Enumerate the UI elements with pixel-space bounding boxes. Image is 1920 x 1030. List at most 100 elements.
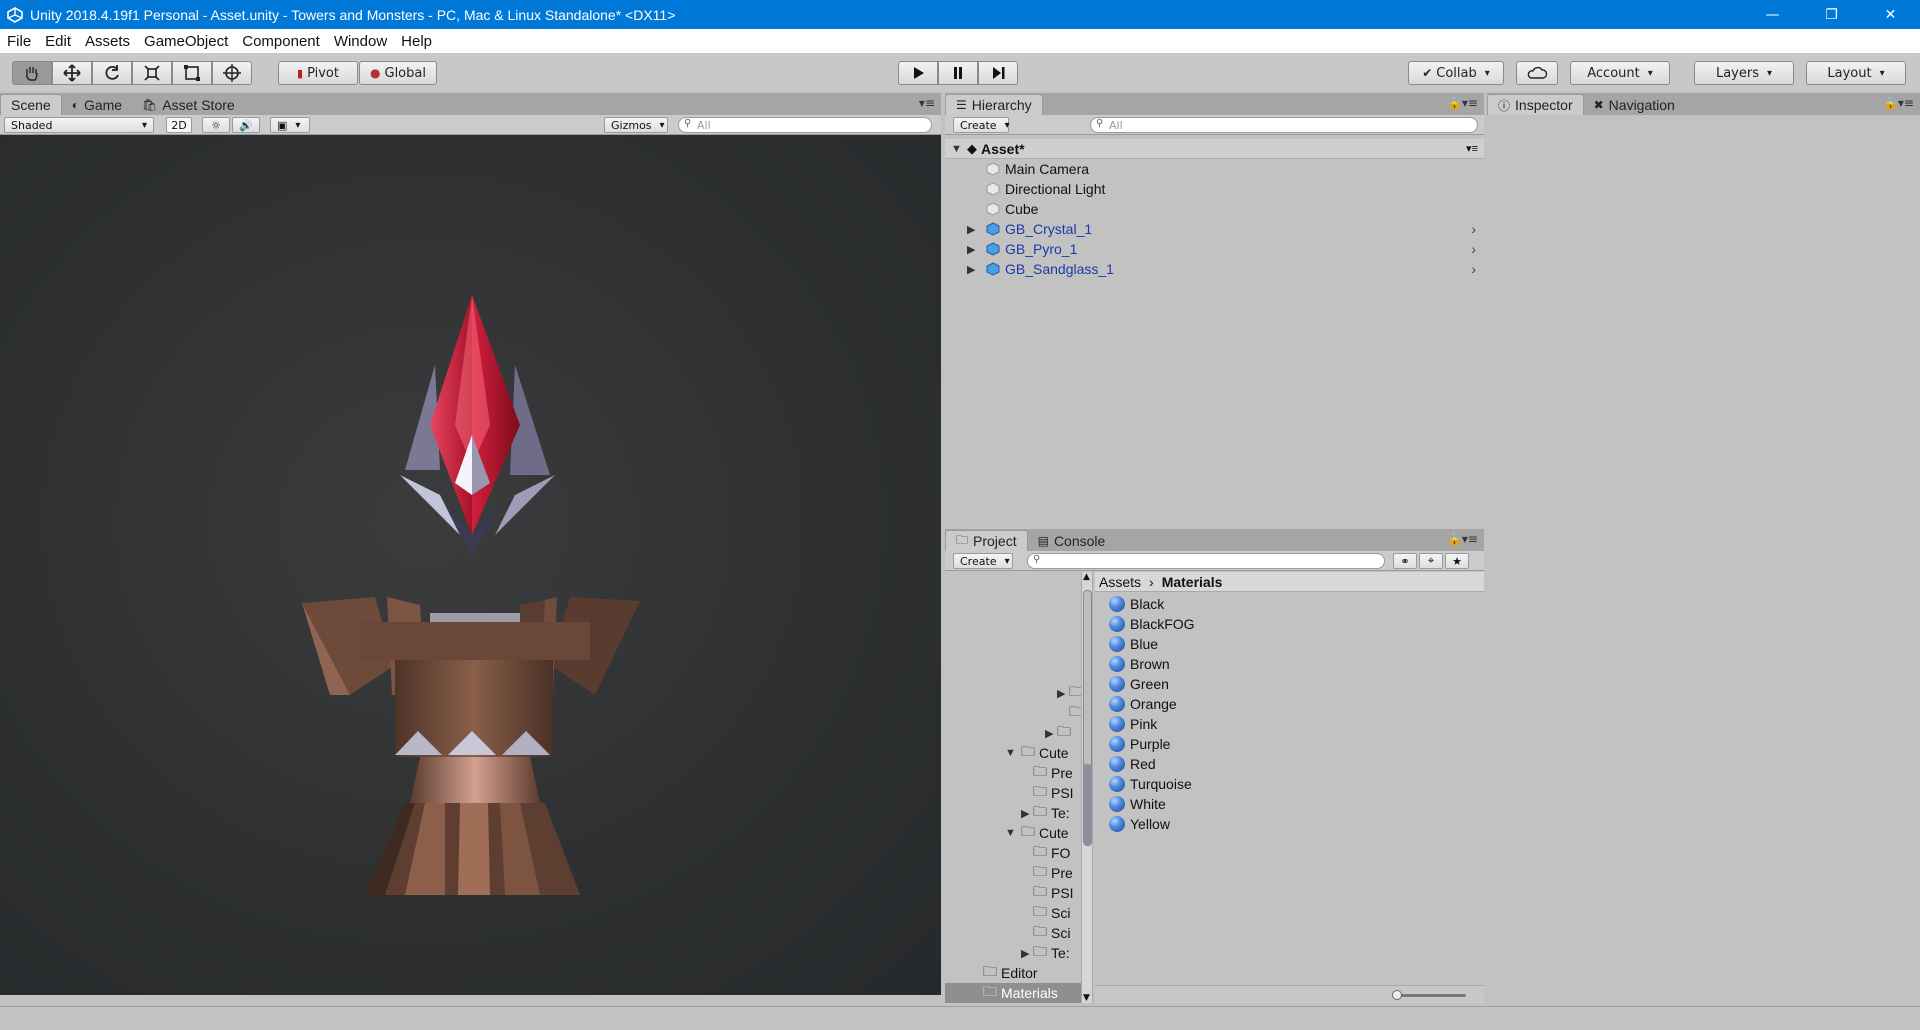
material-item[interactable]: Turquoise	[1109, 774, 1192, 794]
filter-by-type-button[interactable]: ⚭	[1393, 553, 1417, 569]
tree-row-collapsed[interactable]: ▶ 🗀	[1057, 683, 1081, 703]
scrollbar-thumb-active[interactable]	[1083, 764, 1092, 846]
favorites-button[interactable]: ★	[1445, 553, 1469, 569]
scene-menu-icon[interactable]: ▾≡	[1466, 142, 1478, 155]
pivot-toggle[interactable]: ▮ Pivot	[278, 61, 358, 85]
collapse-arrow-icon[interactable]: ▶	[1021, 947, 1033, 960]
icon-size-slider[interactable]	[1392, 990, 1466, 1000]
collapse-arrow-icon[interactable]: ▶	[1045, 727, 1057, 740]
collapse-arrow-icon[interactable]: ▶	[967, 223, 979, 236]
hierarchy-item[interactable]: Cube	[945, 199, 1484, 219]
folder-row[interactable]: ▼ 🗀 Cute	[1005, 823, 1069, 843]
breadcrumb-assets[interactable]: Assets	[1099, 574, 1141, 590]
tab-scene[interactable]: Scene	[0, 94, 62, 115]
expand-arrow-icon[interactable]: ▼	[1005, 747, 1017, 759]
transform-tool-button[interactable]	[212, 61, 252, 85]
menu-file[interactable]: File	[0, 33, 38, 50]
chevron-right-icon[interactable]: ›	[1471, 261, 1476, 277]
hierarchy-prefab-item[interactable]: ▶ GB_Sandglass_1 ›	[945, 259, 1484, 279]
folder-row[interactable]: 🗀 FO	[1033, 843, 1070, 863]
gizmos-dropdown[interactable]: Gizmos	[604, 117, 668, 133]
material-item[interactable]: Black	[1109, 594, 1164, 614]
audio-toggle[interactable]: 🔊	[232, 117, 260, 133]
move-tool-button[interactable]	[52, 61, 92, 85]
folder-row[interactable]: ▶ 🗀 Te:	[1021, 943, 1070, 963]
chevron-right-icon[interactable]: ›	[1471, 221, 1476, 237]
collab-dropdown[interactable]: ✔ Collab	[1408, 61, 1504, 85]
menu-component[interactable]: Component	[235, 33, 327, 50]
slider-thumb[interactable]	[1392, 990, 1402, 1000]
hierarchy-prefab-item[interactable]: ▶ GB_Crystal_1 ›	[945, 219, 1484, 239]
tab-inspector[interactable]: ⓘ Inspector	[1487, 94, 1584, 115]
material-item[interactable]: Purple	[1109, 734, 1170, 754]
breadcrumb-materials[interactable]: Materials	[1162, 574, 1223, 590]
tab-hierarchy[interactable]: ☰ Hierarchy	[945, 94, 1043, 115]
material-item[interactable]: Blue	[1109, 634, 1158, 654]
maximize-button[interactable]: ❐	[1802, 0, 1861, 29]
folder-tree-scrollbar[interactable]: ▲ ▼	[1081, 572, 1093, 1003]
material-item[interactable]: Red	[1109, 754, 1156, 774]
panel-menu-icon[interactable]: ▾≡	[919, 96, 935, 110]
folder-row[interactable]: 🗀 PSI	[1033, 783, 1074, 803]
tree-row-folder[interactable]: 🗀	[1069, 703, 1081, 723]
scroll-down-icon[interactable]: ▼	[1083, 993, 1090, 1003]
expand-arrow-icon[interactable]: ▼	[951, 143, 963, 155]
menu-gameobject[interactable]: GameObject	[137, 33, 235, 50]
close-button[interactable]: ✕	[1861, 0, 1920, 29]
tab-game[interactable]: ◐ Game	[62, 94, 132, 115]
expand-arrow-icon[interactable]: ▼	[1005, 827, 1017, 839]
chevron-right-icon[interactable]: ›	[1471, 241, 1476, 257]
tree-row-collapsed[interactable]: ▶ 🗀	[1045, 723, 1071, 743]
material-item[interactable]: Brown	[1109, 654, 1170, 674]
collapse-arrow-icon[interactable]: ▶	[967, 263, 979, 276]
minimize-button[interactable]: —	[1743, 0, 1802, 29]
material-item[interactable]: White	[1109, 794, 1166, 814]
hierarchy-item[interactable]: Directional Light	[945, 179, 1484, 199]
material-item[interactable]: Yellow	[1109, 814, 1170, 834]
tab-navigation[interactable]: ✖ Navigation	[1584, 94, 1685, 115]
material-item[interactable]: Pink	[1109, 714, 1157, 734]
lock-menu-icon[interactable]: 🔒▾≡	[1447, 532, 1478, 546]
step-button[interactable]	[978, 61, 1018, 85]
folder-row[interactable]: 🗀 PSI	[1033, 883, 1074, 903]
rotate-tool-button[interactable]	[92, 61, 132, 85]
folder-row[interactable]: 🗀 Editor	[983, 963, 1038, 983]
layout-dropdown[interactable]: Layout	[1806, 61, 1906, 85]
global-toggle[interactable]: ● Global	[359, 61, 437, 85]
scene-root-row[interactable]: ▼ ◆ Asset* ▾≡	[945, 139, 1484, 159]
scene-viewport[interactable]	[0, 135, 941, 995]
mode-2d-toggle[interactable]: 2D	[166, 117, 192, 133]
tab-console[interactable]: ▤ Console	[1028, 530, 1116, 551]
hierarchy-item[interactable]: Main Camera	[945, 159, 1484, 179]
collapse-arrow-icon[interactable]: ▶	[967, 243, 979, 256]
folder-row[interactable]: ▼ 🗀 Cute	[1005, 743, 1069, 763]
scene-search-input[interactable]: ⚲ All	[678, 117, 932, 133]
menu-window[interactable]: Window	[327, 33, 394, 50]
rect-tool-button[interactable]	[172, 61, 212, 85]
lock-menu-icon[interactable]: 🔒▾≡	[1447, 96, 1478, 110]
cloud-button[interactable]	[1516, 61, 1558, 85]
lighting-toggle[interactable]: ☼	[202, 117, 230, 133]
folder-row[interactable]: 🗀 Sci	[1033, 903, 1070, 923]
hand-tool-button[interactable]	[12, 61, 52, 85]
folder-row[interactable]: 🗀 Pre	[1033, 763, 1073, 783]
layers-dropdown[interactable]: Layers	[1694, 61, 1794, 85]
hierarchy-prefab-item[interactable]: ▶ GB_Pyro_1 ›	[945, 239, 1484, 259]
scale-tool-button[interactable]	[132, 61, 172, 85]
hierarchy-create-dropdown[interactable]: Create	[953, 117, 1009, 133]
hierarchy-search-input[interactable]: ⚲ All	[1090, 117, 1478, 133]
pause-button[interactable]	[938, 61, 978, 85]
material-item[interactable]: Green	[1109, 674, 1169, 694]
project-create-dropdown[interactable]: Create	[953, 553, 1013, 569]
folder-row-selected[interactable]: 🗀 Materials	[945, 983, 1081, 1003]
project-search-input[interactable]: ⚲	[1027, 553, 1385, 569]
tab-project[interactable]: 🗀 Project	[945, 530, 1028, 551]
filter-by-label-button[interactable]: ⌖	[1419, 553, 1443, 569]
collapse-arrow-icon[interactable]: ▶	[1021, 807, 1033, 820]
folder-row[interactable]: 🗀 Pre	[1033, 863, 1073, 883]
account-dropdown[interactable]: Account	[1570, 61, 1670, 85]
play-button[interactable]	[898, 61, 938, 85]
menu-edit[interactable]: Edit	[38, 33, 78, 50]
tab-asset-store[interactable]: 🛍 Asset Store	[132, 94, 245, 115]
shading-mode-dropdown[interactable]: Shaded	[4, 117, 154, 133]
